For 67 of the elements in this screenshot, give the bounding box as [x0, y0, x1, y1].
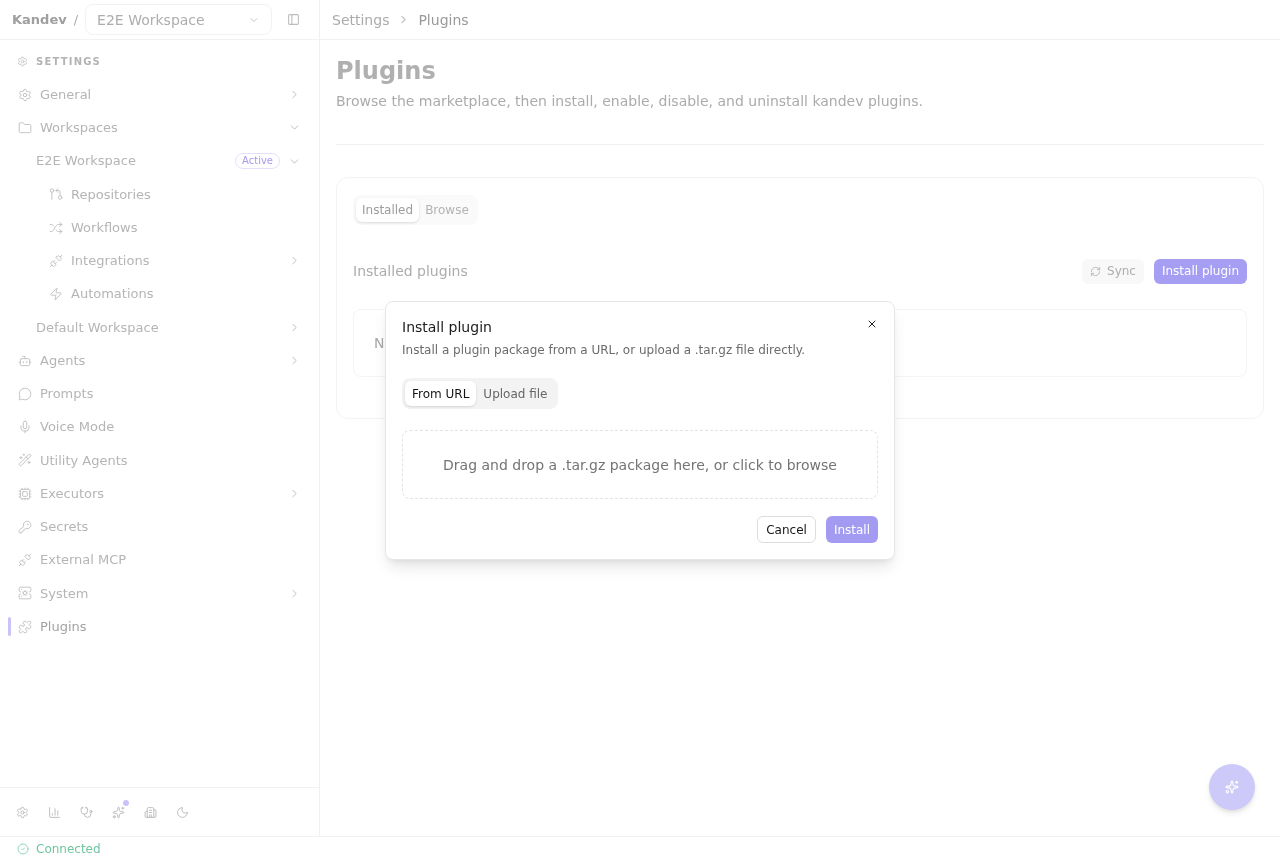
separator-slash: / [73, 10, 79, 29]
dialog-title: Install plugin [402, 318, 492, 337]
install-plugin-button[interactable]: Install plugin [1153, 258, 1247, 284]
sidebar-item[interactable]: Executors [8, 477, 311, 511]
sidebar-item[interactable]: Integrations [8, 244, 311, 278]
chip-icon [18, 486, 32, 501]
plug-icon [49, 253, 63, 268]
sidebar-item[interactable]: General [8, 78, 311, 112]
sparkles-icon [111, 805, 125, 819]
lightning-icon [49, 287, 63, 302]
moon-icon [175, 805, 189, 819]
sidebar-item[interactable]: Voice Mode [8, 410, 311, 444]
tab[interactable]: Installed [356, 198, 420, 222]
sidebar-item[interactable]: Repositories [8, 177, 311, 211]
tab[interactable]: Browse [419, 198, 475, 222]
sidebar-item[interactable]: E2E Workspace Active [8, 144, 311, 178]
close-icon [866, 318, 878, 330]
page-title: Plugins [336, 56, 437, 87]
check-circle-icon [17, 842, 29, 855]
sidebar-item[interactable]: Workspaces [8, 111, 311, 145]
shuffle-icon [49, 220, 63, 235]
gear-icon [18, 87, 32, 102]
folder-icon [18, 120, 32, 135]
magic-wand-icon [18, 453, 32, 468]
assistant-button[interactable] [1209, 764, 1255, 810]
bar-chart-icon [47, 805, 61, 819]
puzzle-icon [18, 619, 32, 634]
section-heading: Installed plugins [353, 262, 468, 281]
sync-button[interactable]: Sync [1082, 258, 1144, 284]
server-icon [18, 586, 32, 601]
sidebar-item[interactable]: Agents [8, 344, 311, 378]
stethoscope-icon [79, 805, 93, 819]
refresh-icon [1090, 265, 1101, 277]
plug-icon [18, 553, 32, 568]
tab[interactable]: Upload file [476, 381, 555, 406]
chat-bubble-icon [18, 386, 32, 401]
git-pull-request-icon [49, 187, 63, 202]
sparkles-icon [1225, 780, 1239, 794]
building-icon [143, 805, 157, 819]
sidebar-item[interactable]: Secrets [8, 510, 311, 544]
file-drop-zone[interactable]: Drag and drop a .tar.gz package here, or click to browse [402, 430, 878, 499]
cancel-button[interactable]: Cancel [757, 516, 816, 543]
tab[interactable]: From URL [405, 381, 477, 406]
empty-state-text: N [374, 334, 385, 353]
page-subtitle: Browse the marketplace, then install, enable, disable, and uninstall kandev plugins. [336, 92, 924, 111]
settings-icon [15, 805, 29, 819]
sidebar-item[interactable]: Utility Agents [8, 443, 311, 477]
microphone-icon [18, 420, 32, 435]
brand-name: Kandev [12, 10, 67, 29]
sidebar-item[interactable]: Default Workspace [8, 310, 311, 344]
robot-icon [18, 353, 32, 368]
sidebar-item[interactable]: External MCP [8, 543, 311, 577]
panel-left-icon [286, 13, 300, 26]
breadcrumb-link[interactable]: Settings [332, 9, 390, 30]
workspace-select[interactable]: E2E Workspace [85, 4, 273, 35]
section-title: SETTINGS [36, 54, 101, 69]
dialog-description: Install a plugin package from a URL, or upload a .tar.gz file directly. [402, 342, 805, 358]
breadcrumb-current: Plugins [418, 10, 469, 30]
sidebar-item[interactable]: System [8, 576, 311, 610]
sidebar-item[interactable]: Plugins [8, 610, 311, 644]
connection-status: Connected [36, 840, 101, 857]
key-icon [18, 519, 32, 534]
gear-icon [17, 55, 28, 67]
sidebar-toggle-button[interactable] [285, 11, 302, 28]
sidebar-item[interactable]: Automations [8, 277, 311, 311]
sidebar-item[interactable]: Workflows [8, 211, 311, 245]
sidebar-item[interactable]: Prompts [8, 377, 311, 411]
